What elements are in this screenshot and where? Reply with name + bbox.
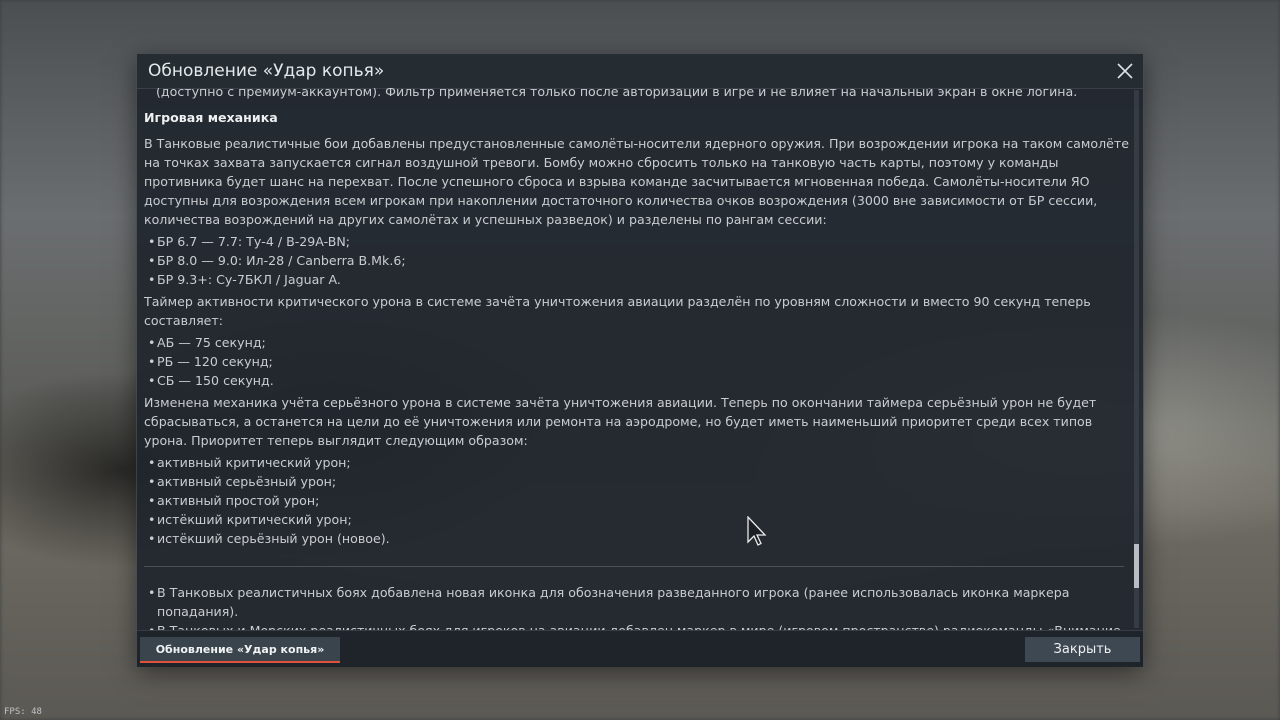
dialog-title-bar: Обновление «Удар копья»: [137, 54, 1143, 89]
list-item: РБ — 120 секунд;: [144, 352, 1130, 371]
paragraph-critical-timer: Таймер активности критического урона в с…: [144, 294, 1091, 328]
list-item: АБ — 75 секунд;: [144, 333, 1130, 352]
paragraph-nuclear-bombers: В Танковые реалистичные бои добавлены пр…: [144, 136, 1129, 227]
mouse-cursor-icon: [747, 516, 767, 546]
section-title: Игровая механика: [144, 110, 278, 125]
clipped-text-line: (доступно с премиум-аккаунтом). Фильтр п…: [156, 88, 1078, 99]
section-divider: [144, 566, 1124, 567]
fps-counter: FPS: 48: [4, 707, 42, 717]
notes-list: В Танковых реалистичных боях добавлена н…: [144, 583, 1130, 630]
scrollbar[interactable]: [1134, 90, 1139, 628]
patch-notes-dialog: Обновление «Удар копья» (доступно с прем…: [137, 54, 1143, 667]
timer-list: АБ — 75 секунд; РБ — 120 секунд; СБ — 15…: [144, 333, 1130, 390]
dialog-title: Обновление «Удар копья»: [148, 61, 385, 81]
scrollbar-thumb[interactable]: [1134, 544, 1139, 588]
list-item: БР 8.0 — 9.0: Ил-28 / Canberra B.Mk.6;: [144, 251, 1130, 270]
close-icon[interactable]: [1115, 61, 1135, 81]
list-item: истёкший серьёзный урон (новое).: [144, 529, 1130, 548]
list-item: В Танковых и Морских реалистичных боях д…: [144, 621, 1130, 630]
list-item: активный простой урон;: [144, 491, 1130, 510]
tab-update[interactable]: Обновление «Удар копья»: [140, 637, 340, 663]
dialog-footer: Обновление «Удар копья» Закрыть: [137, 630, 1143, 667]
list-item: БР 6.7 — 7.7: Ту-4 / B-29A-BN;: [144, 232, 1130, 251]
list-item: В Танковых реалистичных боях добавлена н…: [144, 583, 1130, 621]
damage-priority-list: активный критический урон; активный серь…: [144, 453, 1130, 548]
close-button[interactable]: Закрыть: [1025, 637, 1140, 662]
list-item: БР 9.3+: Су-7БКЛ / Jaguar A.: [144, 270, 1130, 289]
list-item: активный критический урон;: [144, 453, 1130, 472]
bomber-br-list: БР 6.7 — 7.7: Ту-4 / B-29A-BN; БР 8.0 — …: [144, 232, 1130, 289]
list-item: СБ — 150 секунд.: [144, 371, 1130, 390]
patch-notes-content[interactable]: (доступно с премиум-аккаунтом). Фильтр п…: [137, 88, 1135, 630]
patch-notes-text: (доступно с премиум-аккаунтом). Фильтр п…: [144, 88, 1130, 630]
list-item: истёкший критический урон;: [144, 510, 1130, 529]
list-item: активный серьёзный урон;: [144, 472, 1130, 491]
paragraph-severe-damage: Изменена механика учёта серьёзного урона…: [144, 395, 1097, 448]
